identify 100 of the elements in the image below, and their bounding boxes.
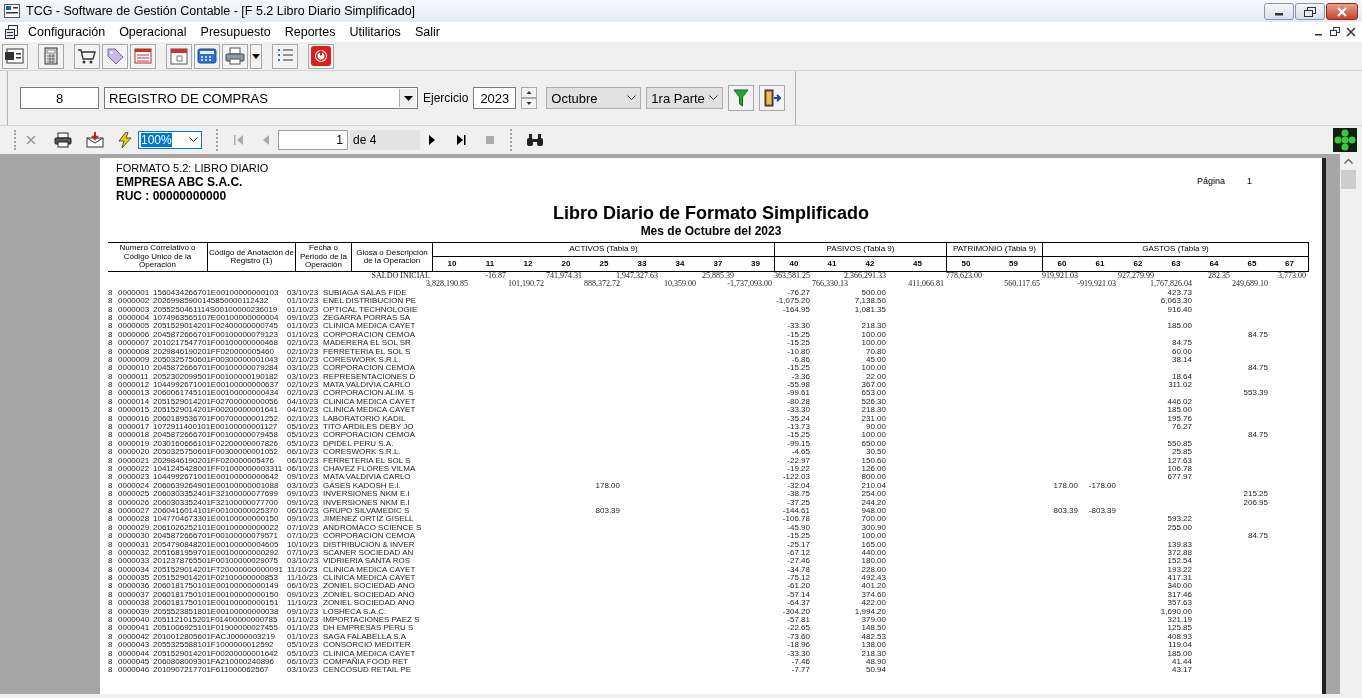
table-cell-text: 2051529014201FT20000000000091: [153, 565, 284, 575]
table-cell-text: -144.61: [781, 506, 811, 516]
page-count: de 4: [350, 130, 420, 150]
last-page-icon[interactable]: [454, 133, 468, 147]
binoculars-icon[interactable]: [526, 133, 544, 147]
filter-button[interactable]: [728, 85, 755, 111]
table-cell-text: 550.85: [1166, 439, 1193, 449]
table-cell-text: 1044992671001E00100000000642: [153, 473, 280, 482]
table-cell-text: 8: [108, 406, 114, 415]
table-cell-text: 09/10/23: [287, 607, 320, 617]
scrollbar-thumb[interactable]: [1341, 170, 1356, 189]
table-cell-text: 8: [108, 414, 114, 424]
table-cell-text: 379.00: [860, 616, 887, 625]
table-cell-text: 8: [108, 532, 114, 541]
page-field[interactable]: 1: [278, 130, 348, 150]
table-cell-text: 1,947,327.63: [615, 272, 659, 281]
table-cell-text: -75.12: [786, 574, 811, 583]
table-cell-text: 1072911400101E00100000001127: [153, 423, 279, 432]
table-cell-text: MATA VALDIVIA CARLO: [323, 381, 412, 390]
dots-icon[interactable]: [1333, 128, 1357, 152]
tag-icon: [104, 46, 126, 66]
table-cell-text: 0000008: [118, 347, 151, 356]
code-field[interactable]: 8: [20, 87, 99, 109]
table-cell-text: 84.75: [1246, 532, 1269, 541]
document-icon[interactable]: [5, 25, 21, 39]
table-cell-text: 50.94: [864, 666, 887, 675]
table-cell-text: 2060181750101E00100000000149: [153, 582, 280, 591]
column-header: 40: [788, 257, 800, 270]
column-header: Fecha o Periodo de la Operación: [296, 243, 352, 271]
table-cell-text: 440.00: [860, 548, 887, 558]
table-cell-text: 206.95: [1242, 498, 1269, 507]
column-header: 33: [636, 257, 648, 270]
table-cell-text: 0000011: [118, 372, 150, 382]
table-cell-text: 218.30: [860, 322, 887, 331]
menu-item[interactable]: Reportes: [277, 23, 343, 41]
lightning-icon[interactable]: [118, 132, 132, 148]
table-cell-text: DPIDEL PERU S.A.: [323, 439, 395, 449]
table-cell-text: 417.31: [1166, 574, 1193, 583]
table-cell-text: 8: [108, 590, 114, 600]
exit-button[interactable]: [759, 85, 786, 111]
toolbar-button[interactable]: [130, 43, 156, 69]
book-dropdown[interactable]: REGISTRO DE COMPRAS: [104, 87, 418, 109]
toolbar-button[interactable]: [194, 43, 220, 69]
calculator-icon: [196, 46, 218, 66]
table-cell-text: 0000006: [118, 330, 151, 340]
table-cell-text: 150.60: [860, 456, 887, 465]
close-button[interactable]: [1326, 3, 1358, 20]
minimize-button[interactable]: [1264, 3, 1294, 20]
restore-button[interactable]: [1295, 3, 1325, 20]
table-cell-text: 185.00: [1166, 406, 1193, 415]
table-cell-text: 1044992671001E00100000000637: [153, 381, 280, 390]
table-cell-text: JIMENEZ ORTIZ GISELL: [323, 515, 415, 524]
table-cell-text: 0000045: [118, 658, 151, 667]
table-cell-text: 05/10/23: [287, 439, 320, 449]
part-dropdown[interactable]: 1ra Parte: [646, 87, 724, 109]
dropdown-button[interactable]: [250, 43, 262, 69]
table-cell-text: 125.85: [1166, 624, 1193, 633]
menu-item[interactable]: Operacional: [112, 23, 194, 41]
table-cell-text: 06/10/23: [287, 582, 320, 591]
menu-item[interactable]: Utilitarios: [342, 23, 408, 41]
table-cell-text: 8: [108, 481, 114, 491]
table-cell-text: 0000031: [118, 540, 151, 549]
table-cell-text: 138.00: [860, 641, 887, 650]
table-cell-text: 2050325750601F00300000001052: [153, 448, 279, 457]
year-field[interactable]: 2023: [473, 87, 517, 109]
month-dropdown[interactable]: Octubre: [546, 87, 642, 109]
close-icon[interactable]: [1346, 27, 1356, 37]
menu-item[interactable]: Configuración: [21, 23, 113, 41]
id-card-icon: [4, 46, 26, 66]
table-cell-text: 03/10/23: [287, 372, 320, 382]
table-cell-text: 180.00: [860, 557, 887, 566]
table-cell-text: LOSHECA S.A.C.: [323, 607, 388, 617]
table-cell-text: 06/10/23: [287, 465, 320, 474]
zoom-dropdown[interactable]: 100%: [138, 131, 202, 149]
table-cell-text: 2029846190201FF020000005476: [153, 456, 275, 465]
table-cell-text: 8: [108, 473, 114, 482]
table-cell-text: 1,690.00: [1159, 607, 1193, 617]
menu-item[interactable]: Salir: [407, 23, 447, 41]
table-cell-text: -15.25: [786, 364, 811, 373]
column-header: 11: [484, 257, 496, 270]
table-cell-text: 411,066.81: [907, 280, 945, 289]
restore-icon[interactable]: [1330, 27, 1340, 37]
table-cell-text: CLINICA MEDICA CAYET: [323, 322, 417, 331]
table-cell-text: 0000046: [118, 666, 151, 675]
table-cell-text: 422.00: [860, 599, 887, 608]
toolbar-button[interactable]: [2, 43, 28, 69]
table-cell-text: FERRETERIA EL SOL S: [323, 347, 412, 356]
report-title: Libro Diario de Formato Simplificado: [553, 203, 869, 223]
spinner[interactable]: [521, 87, 538, 109]
table-cell-text: CLINICA MEDICA CAYET: [323, 397, 417, 407]
printer-icon[interactable]: [54, 132, 72, 148]
table-cell-text: 282.35: [1207, 272, 1231, 281]
toolbar-button[interactable]: [74, 43, 100, 69]
table-cell-text: 2060639264901E00100000001088: [153, 481, 280, 491]
envelope-icon[interactable]: [86, 132, 104, 148]
menu-item[interactable]: Presupuesto: [193, 23, 278, 41]
table-cell-text: 0000013: [118, 389, 151, 398]
table-cell-text: 09/10/23: [287, 313, 320, 323]
table-cell-text: 2010907217701F611000062567: [153, 666, 270, 675]
table-cell-text: 300.90: [860, 523, 887, 533]
